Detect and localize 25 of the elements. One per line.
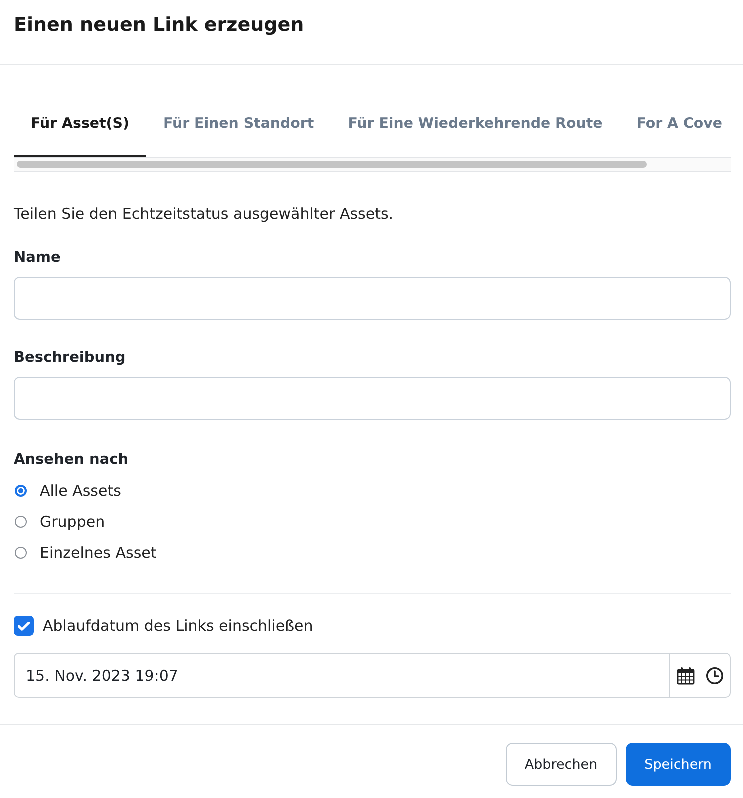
field-label: Ansehen nach bbox=[14, 451, 129, 470]
date-time-field[interactable]: 15. Nov. 2023 19:07 bbox=[14, 653, 731, 698]
clock-icon[interactable] bbox=[706, 666, 724, 684]
tab[interactable]: Für Eine Wiederkehrende Route bbox=[331, 92, 620, 157]
save-button[interactable]: Speichern bbox=[626, 743, 731, 786]
tab[interactable]: For A Cove bbox=[620, 92, 731, 157]
checkbox[interactable] bbox=[14, 616, 34, 636]
text-field[interactable] bbox=[14, 277, 731, 320]
radio-label: Einzelnes Asset bbox=[40, 542, 157, 562]
scrollbar-thumb[interactable] bbox=[17, 161, 647, 168]
description-text: Teilen Sie den Echtzeitstatus ausgewählter Assets. bbox=[14, 204, 394, 224]
checkbox-label: Ablaufdatum des Links einschließen bbox=[43, 616, 314, 636]
radio-button[interactable] bbox=[15, 546, 27, 558]
checkmark-icon bbox=[18, 622, 30, 630]
tab[interactable]: Für Einen Standort bbox=[146, 92, 332, 157]
cancel-button[interactable]: Abbrechen bbox=[506, 743, 617, 786]
radio-button[interactable] bbox=[15, 484, 27, 496]
radio-label: Gruppen bbox=[40, 512, 106, 532]
radio-button[interactable] bbox=[15, 516, 27, 528]
text-field[interactable] bbox=[14, 377, 731, 420]
radio-label: Alle Assets bbox=[40, 480, 122, 500]
field-label: Beschreibung bbox=[14, 349, 126, 368]
calendar-icon[interactable] bbox=[676, 666, 694, 684]
dialog-title: Einen neuen Link erzeugen bbox=[14, 13, 304, 38]
field-label: Name bbox=[14, 249, 61, 268]
